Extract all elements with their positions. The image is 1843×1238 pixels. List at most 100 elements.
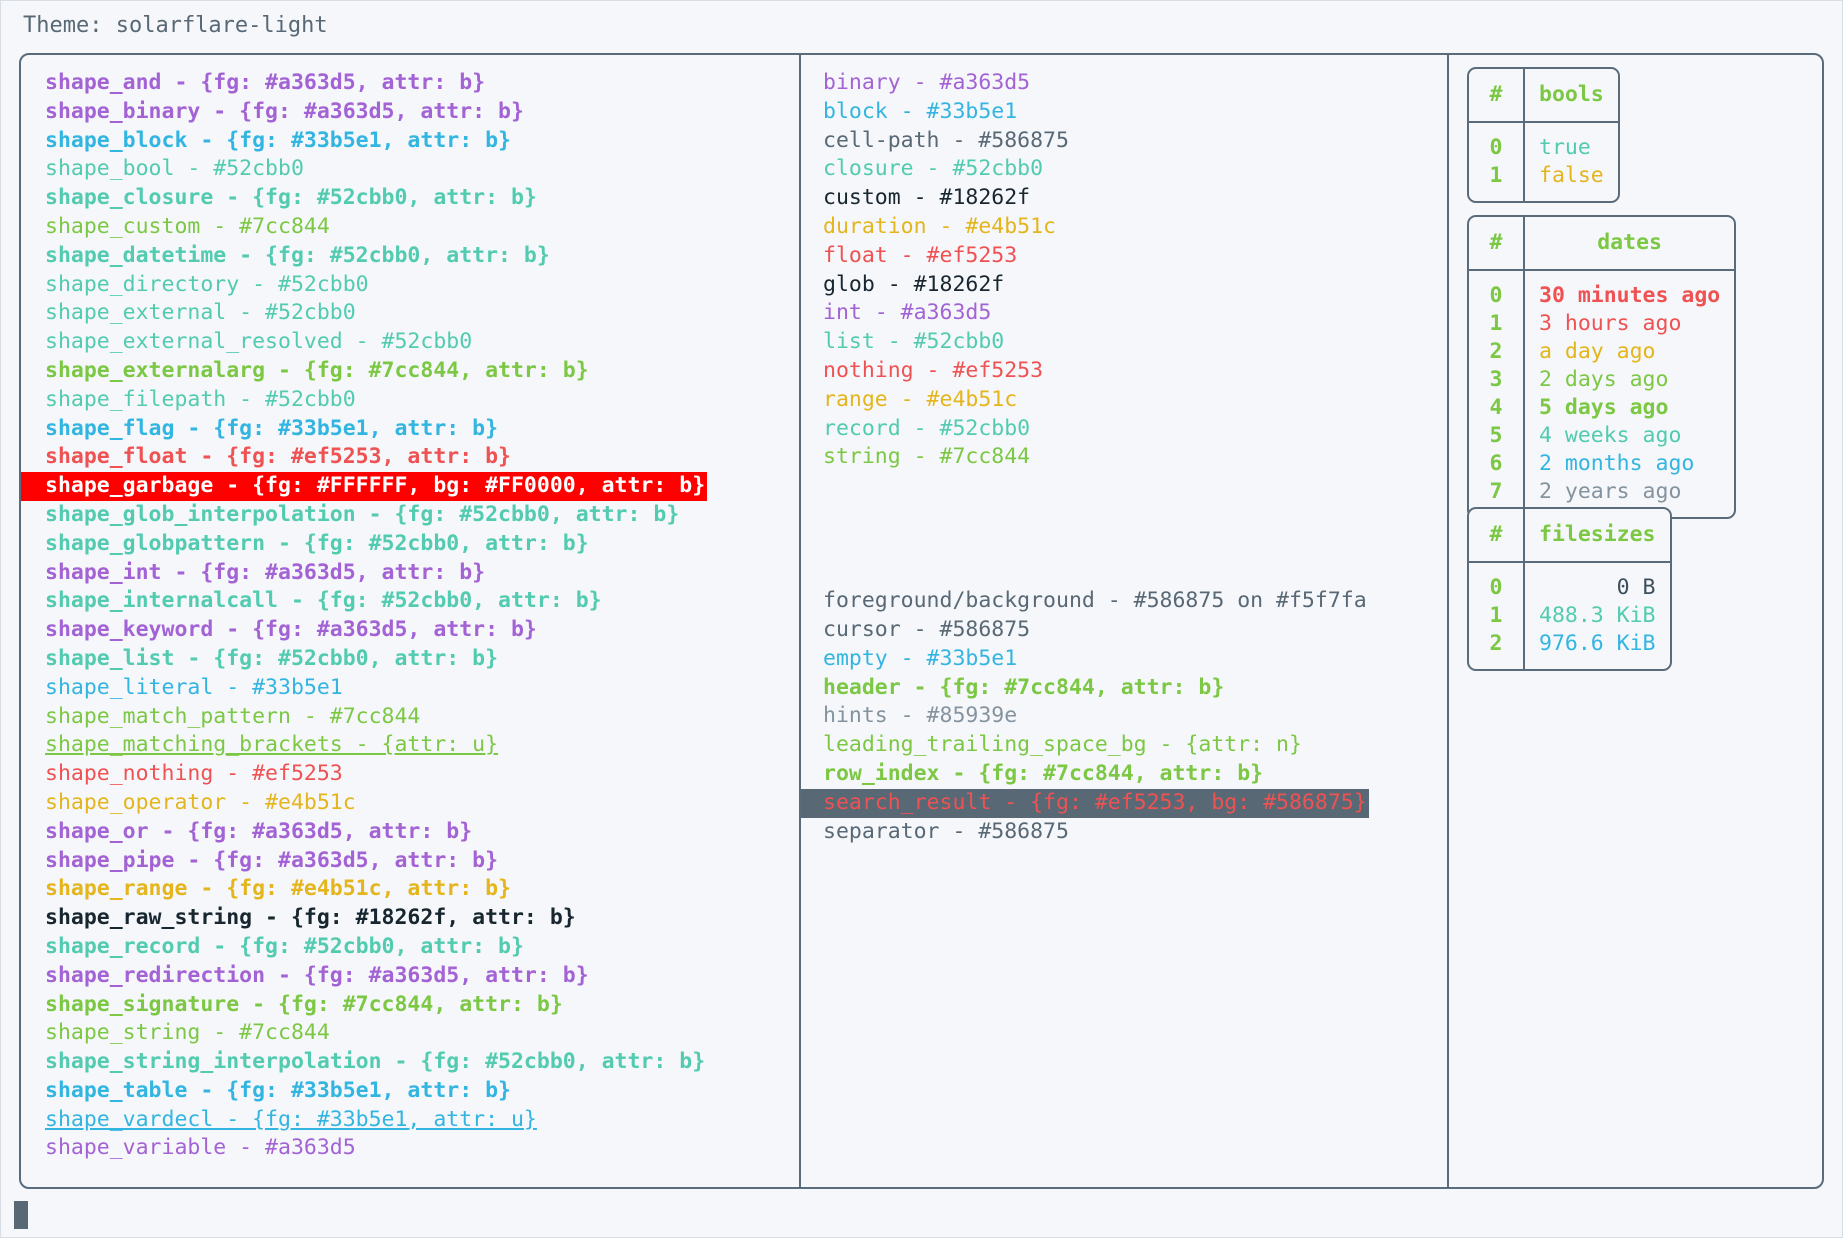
cell-filesizes: 488.3 KiB (1539, 603, 1656, 628)
shape-line: shape_raw_string - {fg: #18262f, attr: b… (45, 905, 576, 931)
cell-dates: 2 days ago (1539, 367, 1669, 392)
ui-element-line: hints - #85939e (823, 703, 1018, 729)
type-line: duration - #e4b51c (823, 213, 1056, 239)
shape-line: shape_signature - {fg: #7cc844, attr: b} (45, 991, 563, 1017)
table-row: 0 0 B (1469, 563, 1670, 602)
types-and-ui-column: binary - #a363d5 block - #33b5e1 cell-path… (801, 55, 1449, 1187)
shape-line: shape_literal - #33b5e1 (45, 674, 343, 700)
type-line: glob - #18262f (823, 271, 1005, 297)
shape-line: shape_datetime - {fg: #52cbb0, attr: b} (45, 242, 550, 268)
cell-bools: false (1539, 163, 1604, 188)
row-index: 6 (1469, 450, 1525, 478)
filesizes-table: # filesizes 0 0 B 1 488.3 KiB 2 976.6 KiB (1467, 507, 1672, 671)
type-line: closure - #52cbb0 (823, 156, 1044, 182)
shape-line: shape_external - #52cbb0 (45, 300, 356, 326)
cell-dates: 2 months ago (1539, 451, 1695, 476)
table-row: 2 976.6 KiB (1469, 630, 1670, 669)
shape-line: shape_int - {fg: #a363d5, attr: b} (45, 559, 486, 585)
cell-dates: a day ago (1539, 339, 1656, 364)
shape-line: shape_externalarg - {fg: #7cc844, attr: … (45, 357, 589, 383)
type-line: binary - #a363d5 (823, 70, 1031, 95)
table-row: 5 4 weeks ago (1469, 422, 1734, 450)
dates-table: # dates 0 30 minutes ago 1 3 hours ago 2 a day … (1467, 215, 1737, 519)
ui-element-line: header - {fg: #7cc844, attr: b} (823, 674, 1225, 700)
shapes-column: shape_and - {fg: #a363d5, attr: b} shape_… (21, 55, 801, 1187)
column-header-index: # (1469, 509, 1525, 563)
shape-line: shape_garbage - {fg: #FFFFFF, bg: #FF000… (21, 472, 708, 501)
table-row: 1 false (1469, 162, 1618, 201)
type-line: cell-path - #586875 (823, 127, 1069, 153)
shape-line: shape_directory - #52cbb0 (45, 271, 369, 297)
shape-line: shape_block - {fg: #33b5e1, attr: b} (45, 127, 511, 153)
type-line: block - #33b5e1 (823, 98, 1018, 124)
shape-line: shape_float - {fg: #ef5253, attr: b} (45, 444, 511, 470)
type-line: string - #7cc844 (823, 444, 1031, 470)
cell-filesizes: 976.6 KiB (1539, 631, 1656, 656)
shape-line: shape_custom - #7cc844 (45, 213, 330, 239)
column-header-dates: dates (1525, 217, 1735, 271)
cell-dates: 3 hours ago (1539, 311, 1682, 336)
shape-line: shape_list - {fg: #52cbb0, attr: b} (45, 645, 499, 671)
type-line: nothing - #ef5253 (823, 357, 1044, 383)
shape-line: shape_nothing - #ef5253 (45, 761, 343, 787)
column-header-filesizes: filesizes (1525, 509, 1670, 563)
table-row: 4 5 days ago (1469, 394, 1734, 422)
type-line: float - #ef5253 (823, 242, 1018, 268)
table-row: 1 488.3 KiB (1469, 602, 1670, 630)
table-row: 0 30 minutes ago (1469, 271, 1734, 310)
type-line: list - #52cbb0 (823, 329, 1005, 355)
shape-line: shape_and - {fg: #a363d5, attr: b} (45, 70, 486, 95)
cell-dates: 5 days ago (1539, 395, 1669, 420)
bools-table: # bools 0 true 1 false (1467, 67, 1620, 203)
terminal-window: Theme: solarflare-light shape_and - {fg:… (0, 0, 1843, 1238)
shape-line: shape_string_interpolation - {fg: #52cbb… (45, 1049, 706, 1075)
row-index: 3 (1469, 366, 1525, 394)
row-index: 5 (1469, 422, 1525, 450)
shape-line: shape_range - {fg: #e4b51c, attr: b} (45, 876, 511, 902)
shape-line: shape_pipe - {fg: #a363d5, attr: b} (45, 847, 499, 873)
shape-line: shape_vardecl - {fg: #33b5e1, attr: u} (45, 1106, 537, 1132)
dates-table-wrap: # dates 0 30 minutes ago 1 3 hours ago 2 a day … (1467, 215, 1737, 519)
ui-element-line: empty - #33b5e1 (823, 645, 1018, 671)
row-index: 1 (1469, 310, 1525, 338)
shape-line: shape_or - {fg: #a363d5, attr: b} (45, 818, 473, 844)
ui-element-line: row_index - {fg: #7cc844, attr: b} (823, 760, 1264, 786)
column-header-index: # (1469, 217, 1525, 271)
type-line: range - #e4b51c (823, 386, 1018, 412)
theme-label: Theme: solarflare-light (23, 13, 328, 38)
cell-bools: true (1539, 135, 1591, 160)
type-line: int - #a363d5 (823, 300, 992, 326)
table-row: 2 a day ago (1469, 338, 1734, 366)
ui-element-line-wrap: search_result - {fg: #ef5253, bg: #58687… (801, 788, 1447, 818)
row-index: 2 (1469, 630, 1525, 669)
shape-line: shape_glob_interpolation - {fg: #52cbb0,… (45, 501, 680, 527)
shape-line: shape_external_resolved - #52cbb0 (45, 329, 473, 355)
ui-elements-list: foreground/background - #586875 on #f5f7… (801, 587, 1447, 846)
column-gap (801, 472, 1447, 587)
cell-dates: 4 weeks ago (1539, 423, 1682, 448)
type-line: record - #52cbb0 (823, 415, 1031, 441)
shape-line: shape_binary - {fg: #a363d5, attr: b} (45, 98, 524, 124)
row-index: 0 (1469, 271, 1525, 310)
row-index: 2 (1469, 338, 1525, 366)
shape-line: shape_redirection - {fg: #a363d5, attr: … (45, 962, 589, 988)
shape-line: shape_matching_brackets - {attr: u} (45, 732, 499, 758)
shape-line: shape_match_pattern - #7cc844 (45, 703, 421, 729)
ui-element-line: foreground/background - #586875 on #f5f7… (823, 588, 1367, 614)
table-row: 3 2 days ago (1469, 366, 1734, 394)
column-header-bools: bools (1525, 69, 1618, 123)
shape-line: shape_globpattern - {fg: #52cbb0, attr: … (45, 530, 589, 556)
table-header-row: # dates (1469, 217, 1735, 271)
row-index: 4 (1469, 394, 1525, 422)
shape-line: shape_record - {fg: #52cbb0, attr: b} (45, 933, 524, 959)
shape-line: shape_closure - {fg: #52cbb0, attr: b} (45, 185, 537, 211)
type-line: custom - #18262f (823, 185, 1031, 211)
terminal-cursor (14, 1201, 28, 1229)
shape-line-wrap: shape_garbage - {fg: #FFFFFF, bg: #FF000… (21, 472, 799, 501)
table-row: 0 true (1469, 123, 1618, 162)
shape-line: shape_table - {fg: #33b5e1, attr: b} (45, 1077, 511, 1103)
types-list: binary - #a363d5 block - #33b5e1 cell-path… (801, 69, 1447, 472)
cell-dates: 30 minutes ago (1539, 283, 1721, 308)
shape-line: shape_filepath - #52cbb0 (45, 386, 356, 412)
row-index: 0 (1469, 123, 1525, 162)
